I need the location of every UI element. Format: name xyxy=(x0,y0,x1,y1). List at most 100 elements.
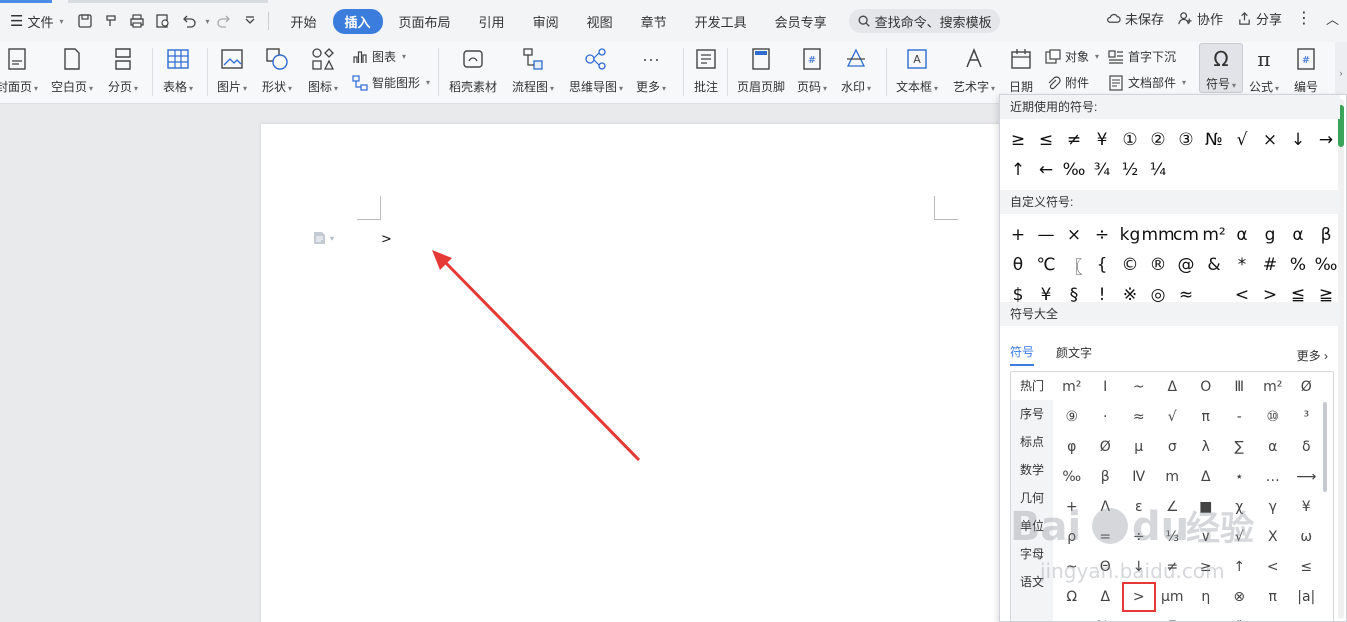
attachment-button[interactable]: 附件 xyxy=(1045,74,1089,91)
all-symbol[interactable]: … xyxy=(1256,462,1290,492)
dropcap-button[interactable]: 首字下沉 xyxy=(1108,48,1176,65)
all-symbol[interactable]: Ø xyxy=(1290,372,1324,402)
tab-section[interactable]: 章节 xyxy=(629,9,679,34)
symbol-category-item[interactable]: 序号 xyxy=(1011,400,1053,428)
all-symbol[interactable]: m² xyxy=(1256,372,1290,402)
symbol-category-item[interactable]: 数学 xyxy=(1011,456,1053,484)
file-menu-button[interactable]: ☰ 文件 ▾ xyxy=(6,7,67,35)
all-symbol[interactable]: ■ xyxy=(1189,492,1223,522)
all-symbol[interactable]: - xyxy=(1223,402,1257,432)
custom-symbol[interactable]: β xyxy=(1312,220,1340,250)
custom-symbol[interactable]: g xyxy=(1256,220,1284,250)
custom-symbol[interactable]: { xyxy=(1088,250,1116,280)
all-symbol[interactable]: Σ xyxy=(1156,612,1190,621)
custom-symbol[interactable]: © xyxy=(1116,250,1144,280)
all-symbol[interactable]: m xyxy=(1156,462,1190,492)
all-symbol[interactable]: φ xyxy=(1055,612,1089,621)
all-symbol[interactable]: ~ xyxy=(1055,552,1089,582)
custom-symbol[interactable]: ! xyxy=(1088,280,1116,302)
recent-symbol[interactable]: ≥ xyxy=(1004,125,1032,155)
recent-symbol[interactable]: ↓ xyxy=(1284,125,1312,155)
custom-symbol[interactable]: + xyxy=(1004,220,1032,250)
numbering-button[interactable]: # 编号 xyxy=(1293,46,1319,95)
tab-symbols[interactable]: 符号 xyxy=(1010,343,1035,366)
all-symbol[interactable]: + xyxy=(1055,492,1089,522)
customize-toolbar-button[interactable] xyxy=(238,9,262,33)
recent-symbol[interactable]: ② xyxy=(1144,125,1172,155)
all-symbol[interactable]: ⟶ xyxy=(1290,462,1324,492)
tab-references[interactable]: 引用 xyxy=(467,9,517,34)
all-symbol[interactable]: ¥ xyxy=(1290,492,1324,522)
more-insert-button[interactable]: ··· 更多 ▾ xyxy=(636,46,666,95)
symbol-category-item[interactable]: 热门 xyxy=(1011,372,1053,400)
recent-symbol[interactable]: ① xyxy=(1116,125,1144,155)
header-footer-button[interactable]: 页眉页脚 xyxy=(737,46,785,95)
date-button[interactable]: 日期 xyxy=(1008,46,1034,95)
custom-symbol[interactable]: mm xyxy=(1141,220,1174,250)
recent-symbol[interactable]: ½ xyxy=(1116,155,1144,185)
all-symbol[interactable]: ~ xyxy=(1122,372,1156,402)
recent-symbol[interactable]: ‰ xyxy=(1060,155,1088,185)
all-symbol[interactable]: Ø xyxy=(1089,432,1123,462)
all-symbol[interactable]: σ xyxy=(1156,432,1190,462)
collaborate-button[interactable]: 协作 xyxy=(1178,9,1223,28)
all-symbol[interactable]: ↓ xyxy=(1122,552,1156,582)
custom-symbol[interactable]: < xyxy=(1228,280,1256,302)
format-painter-button[interactable] xyxy=(99,9,123,33)
print-button[interactable] xyxy=(125,9,149,33)
tab-view[interactable]: 视图 xyxy=(575,9,625,34)
all-symbol[interactable]: Δ xyxy=(1089,582,1123,612)
all-symbol[interactable]: Θ xyxy=(1089,552,1123,582)
all-symbol[interactable]: ∥ xyxy=(1223,612,1257,621)
all-symbol[interactable]: ⑨ xyxy=(1055,402,1089,432)
all-symbol[interactable]: χ xyxy=(1223,492,1257,522)
blank-page-button[interactable]: 空白页 ▾ xyxy=(51,46,93,95)
custom-symbol[interactable]: ≧ xyxy=(1312,280,1340,302)
recent-symbol[interactable]: ¾ xyxy=(1088,155,1116,185)
recent-symbol[interactable]: ← xyxy=(1032,155,1060,185)
icon-library-button[interactable]: 图标 ▾ xyxy=(308,46,338,95)
textbox-button[interactable]: A 文本框 ▾ xyxy=(896,46,938,95)
all-symbol[interactable]: · xyxy=(1089,402,1123,432)
all-symbol[interactable]: ÷ xyxy=(1122,522,1156,552)
all-symbol[interactable]: · xyxy=(1256,612,1290,621)
all-symbol[interactable]: μm xyxy=(1156,582,1190,612)
symbol-category-item[interactable]: 语文 xyxy=(1011,568,1053,596)
material-button[interactable]: 稻壳素材 xyxy=(449,46,497,95)
all-symbol[interactable]: < xyxy=(1256,552,1290,582)
all-symbol[interactable]: |a| xyxy=(1290,582,1324,612)
all-symbol[interactable]: X xyxy=(1256,522,1290,552)
all-symbol[interactable]: Λ xyxy=(1089,492,1123,522)
all-symbol[interactable]: O xyxy=(1189,372,1223,402)
all-symbol[interactable]: α xyxy=(1256,432,1290,462)
tab-page-layout[interactable]: 页面布局 xyxy=(387,9,463,34)
flowchart-button[interactable]: 流程图 ▾ xyxy=(512,46,554,95)
cover-page-button[interactable]: 封面页 ▾ xyxy=(0,46,38,95)
tab-kaomoji[interactable]: 颜文字 xyxy=(1056,344,1092,365)
custom-symbol[interactable]: ≦ xyxy=(1284,280,1312,302)
all-symbol[interactable]: Δ xyxy=(1189,462,1223,492)
collapse-ribbon-icon[interactable]: ︿ xyxy=(1326,9,1339,28)
recent-symbol[interactable]: ¥ xyxy=(1088,125,1116,155)
symbol-category-item[interactable]: 几何 xyxy=(1011,484,1053,512)
more-options-icon[interactable]: ⋮ xyxy=(1296,8,1312,28)
all-symbol[interactable]: ‰ xyxy=(1089,612,1123,621)
symbol-category-item[interactable]: 标点 xyxy=(1011,428,1053,456)
chart-button[interactable]: 图表 ▾ xyxy=(352,48,406,65)
all-symbol[interactable]: η xyxy=(1189,582,1223,612)
custom-symbol[interactable]: × xyxy=(1060,220,1088,250)
all-symbol[interactable]: ∠ xyxy=(1156,492,1190,522)
table-button[interactable]: 表格 ▾ xyxy=(163,46,193,95)
picture-button[interactable]: 图片 ▾ xyxy=(217,46,247,95)
page-number-button[interactable]: # 页码 ▾ xyxy=(797,46,827,95)
smartart-button[interactable]: 智能图形 ▾ xyxy=(352,74,430,91)
all-symbol[interactable]: ⊗ xyxy=(1223,582,1257,612)
document-text[interactable]: > xyxy=(381,232,392,247)
all-symbol[interactable]: √ xyxy=(1223,522,1257,552)
mindmap-button[interactable]: 思维导图 ▾ xyxy=(569,46,623,95)
all-symbol[interactable]: μ xyxy=(1122,432,1156,462)
custom-symbol[interactable]: # xyxy=(1256,250,1284,280)
save-button[interactable] xyxy=(73,9,97,33)
shape-button[interactable]: 形状 ▾ xyxy=(262,46,292,95)
page-break-button[interactable]: 分页 ▾ xyxy=(108,46,138,95)
